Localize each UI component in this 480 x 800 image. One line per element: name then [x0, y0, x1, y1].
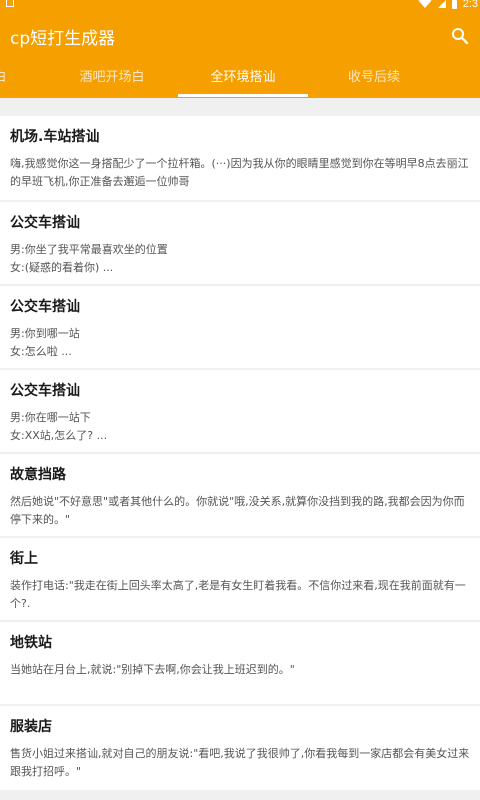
- item-title: 故意挡路: [10, 467, 66, 483]
- signal-icon: [437, 0, 446, 8]
- item-title: 地铁站: [10, 635, 52, 651]
- search-icon: [452, 28, 469, 45]
- item-body: 然后她说"不好意思"或者其他什么的。你就说"哦,没关系,就算你没挡到我的路,我都…: [10, 495, 465, 526]
- item-body: 当她站在月台上,就说:"别掉下去啊,你会让我上班迟到的。": [10, 663, 295, 676]
- tab-indicator: [178, 94, 308, 97]
- item-body: 男:你坐了我平常最喜欢坐的位置 女:(疑惑的看着你) ...: [10, 243, 168, 274]
- item-title: 机场.车站搭讪: [10, 129, 100, 145]
- item-title: 服装店: [10, 719, 52, 735]
- item-body: 男:你在哪一站下 女:XX站,怎么了? ...: [10, 411, 108, 442]
- item-title: 街上: [10, 551, 38, 567]
- list-item[interactable]: 服装店 售货小姐过来搭讪,就对自己的朋友说:"看吧,我说了我很帅了,你看我每到一…: [0, 706, 480, 790]
- list-item[interactable]: 公交车搭讪 男:你到哪一站 女:怎么啦 ...: [0, 286, 480, 368]
- item-body: 售货小姐过来搭讪,就对自己的朋友说:"看吧,我说了我很帅了,你看我每到一家店都会…: [10, 747, 470, 778]
- tab-bar: 白 酒吧开场白 全环境搭讪 收号后续: [0, 60, 480, 98]
- status-icons: 2:3: [417, 0, 478, 10]
- list-item[interactable]: 故意挡路 然后她说"不好意思"或者其他什么的。你就说"哦,没关系,就算你没挡到我…: [0, 454, 480, 536]
- list-item[interactable]: 地铁站 当她站在月台上,就说:"别掉下去啊,你会让我上班迟到的。": [0, 622, 480, 704]
- wifi-icon: [417, 0, 432, 8]
- search-button[interactable]: [448, 24, 472, 48]
- tab-follow-up[interactable]: 收号后续: [312, 60, 436, 98]
- app-title: cp短打生成器: [10, 29, 116, 49]
- item-body: 男:你到哪一站 女:怎么啦 ...: [10, 327, 80, 358]
- tab-all-environment[interactable]: 全环境搭讪: [178, 60, 308, 98]
- status-bar: 2:3: [0, 0, 480, 12]
- item-title: 公交车搭讪: [10, 215, 80, 231]
- item-title: 公交车搭讪: [10, 383, 80, 399]
- tab-bar-opener[interactable]: 酒吧开场白: [50, 60, 174, 98]
- list-item[interactable]: 公交车搭讪 男:你坐了我平常最喜欢坐的位置 女:(疑惑的看着你) ...: [0, 202, 480, 284]
- list-item[interactable]: 机场.车站搭讪 嗨,我感觉你这一身搭配少了一个拉杆箱。(···)因为我从你的眼睛…: [0, 116, 480, 200]
- item-body: 装作打电话:"我走在街上回头率太高了,老是有女生盯着我看。不信你过来看,现在我前…: [10, 579, 466, 610]
- battery-icon: [451, 0, 457, 9]
- status-time: 2:3: [462, 0, 478, 10]
- item-body: 嗨,我感觉你这一身搭配少了一个拉杆箱。(···)因为我从你的眼睛里感觉到你在等明…: [10, 157, 469, 188]
- item-title: 公交车搭讪: [10, 299, 80, 315]
- app-bar: cp短打生成器: [0, 12, 480, 60]
- list-item[interactable]: 公交车搭讪 男:你在哪一站下 女:XX站,怎么了? ...: [0, 370, 480, 452]
- tab-partial[interactable]: 白: [0, 60, 20, 98]
- list-item[interactable]: 街上 装作打电话:"我走在街上回头率太高了,老是有女生盯着我看。不信你过来看,现…: [0, 538, 480, 620]
- notification-icon: [6, 0, 14, 7]
